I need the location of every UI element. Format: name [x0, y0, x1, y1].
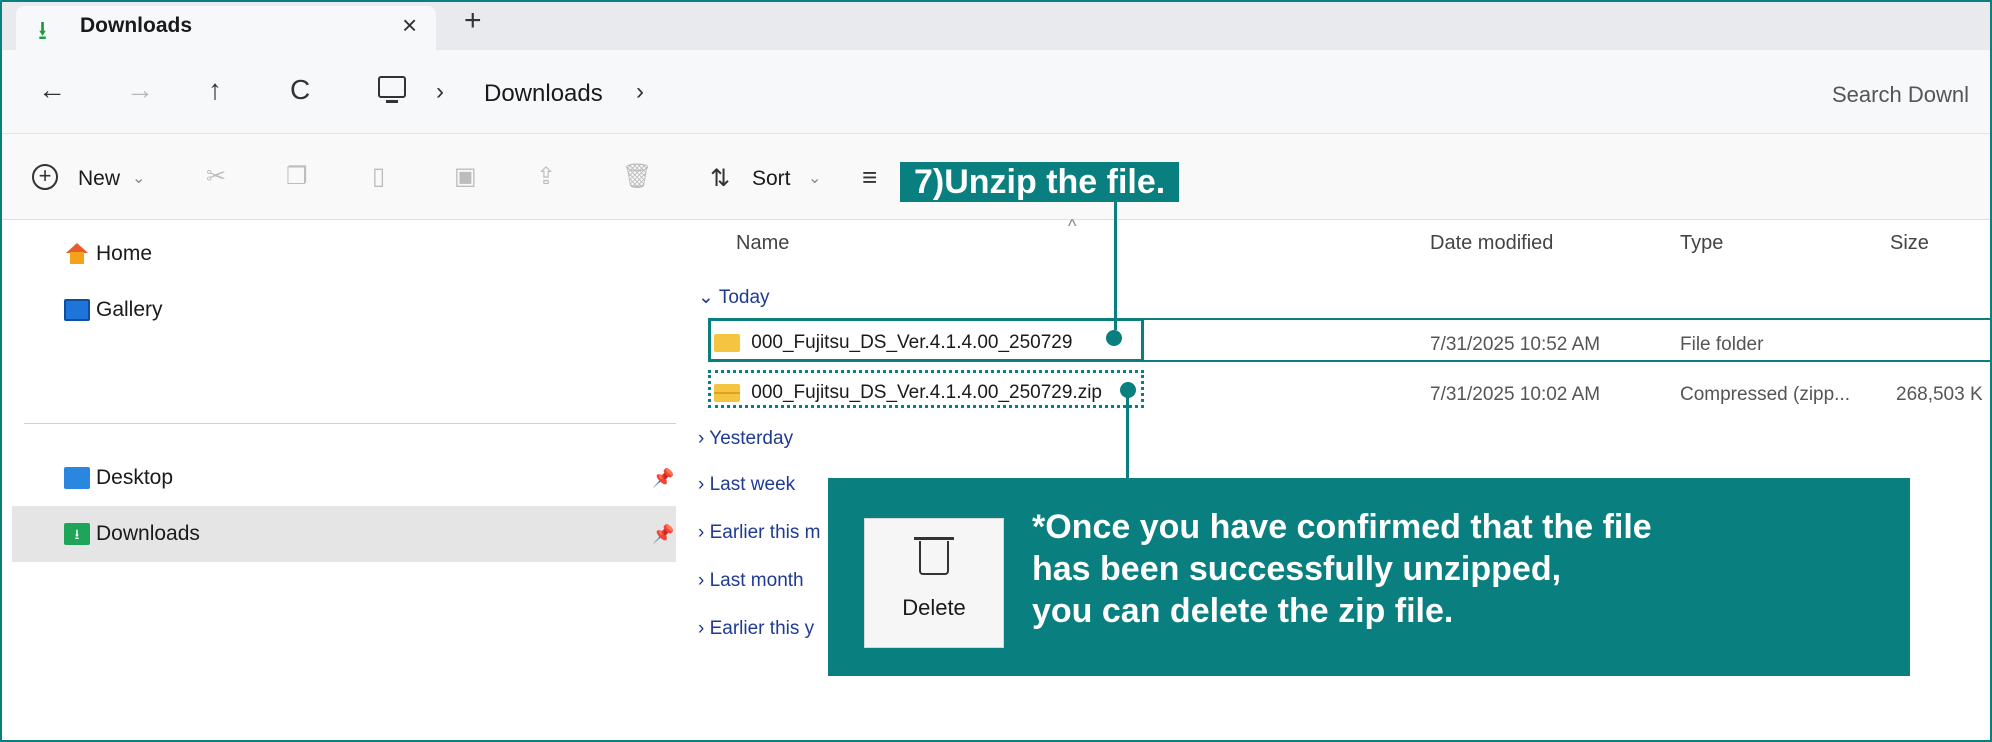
zip-highlight-box [708, 370, 1144, 408]
step-callout: 7)Unzip the file. [900, 162, 1180, 202]
tab-title: Downloads [80, 14, 193, 37]
forward-icon[interactable]: → [126, 74, 154, 106]
new-button[interactable]: New [78, 167, 120, 191]
search-input[interactable]: Search Downl [1832, 82, 1969, 108]
breadcrumb-downloads[interactable]: Downloads [484, 80, 603, 108]
note-line: *Once you have confirmed that the file [1032, 508, 1652, 546]
share-icon[interactable]: ⇪ [536, 162, 556, 191]
callout-dot [1106, 330, 1122, 346]
group-label: Yesterday [709, 428, 794, 449]
breadcrumb-separator-icon[interactable]: › [436, 78, 444, 106]
desktop-icon [64, 467, 90, 489]
delete-note-callout: Delete *Once you have confirmed that the… [828, 478, 1910, 676]
delete-button[interactable]: Delete [864, 518, 1004, 648]
group-label: Last month [709, 570, 804, 591]
home-icon [64, 243, 90, 265]
downloads-folder-icon: ⭳ [64, 523, 90, 545]
sidebar-item-desktop[interactable]: Desktop [64, 466, 173, 490]
sidebar-item-downloads[interactable]: ⭳ Downloads [64, 522, 200, 546]
chevron-down-icon[interactable]: ⌄ [808, 168, 821, 188]
new-tab-icon[interactable]: + [464, 4, 482, 38]
refresh-icon[interactable]: C [290, 74, 310, 106]
sidebar-divider [24, 423, 676, 424]
note-line: you can delete the zip file. [1032, 592, 1454, 630]
paste-icon[interactable]: ▯ [372, 162, 385, 191]
new-plus-icon[interactable]: + [32, 164, 58, 190]
column-header-name[interactable]: Name [736, 232, 789, 255]
rename-icon[interactable]: ▣ [454, 162, 477, 191]
this-pc-icon[interactable] [378, 76, 406, 103]
file-date: 7/31/2025 10:02 AM [1430, 384, 1601, 405]
group-label: Last week [709, 474, 796, 495]
group-label: Earlier this y [709, 618, 815, 639]
group-last-month[interactable]: › Last month [698, 570, 804, 592]
sidebar-item-label: Home [96, 242, 153, 265]
column-header-date[interactable]: Date modified [1430, 232, 1553, 255]
sort-ascending-icon: ^ [1068, 216, 1077, 236]
file-type: Compressed (zipp... [1680, 384, 1851, 405]
delete-icon[interactable]: 🗑 [622, 162, 652, 191]
column-header-size[interactable]: Size [1890, 232, 1929, 255]
group-today[interactable]: ⌄ Today [698, 286, 770, 309]
sidebar-item-label: Desktop [96, 466, 174, 489]
trash-icon [914, 537, 954, 575]
address-bar-row: ← → ↑ C › Downloads › Search Downl [2, 50, 1990, 134]
sidebar-item-gallery[interactable]: Gallery [64, 298, 163, 322]
gallery-icon [64, 299, 90, 321]
explorer-window: ⭳ Downloads × + ← → ↑ C › Downloads › Se… [0, 0, 1992, 742]
group-label: Earlier this m [709, 522, 821, 543]
note-text: *Once you have confirmed that the file h… [1032, 506, 1652, 632]
file-size: 268,503 K [1896, 384, 1983, 405]
view-icon[interactable]: ≡ [862, 162, 877, 193]
group-earlier-this-month[interactable]: › Earlier this m [698, 522, 820, 544]
pin-icon[interactable]: 📌 [652, 524, 674, 545]
sort-button[interactable]: Sort [752, 167, 791, 191]
tab-bar: ⭳ Downloads × + [2, 2, 1990, 50]
sidebar-item-label: Downloads [96, 522, 200, 545]
group-label: Today [718, 287, 770, 308]
tab-downloads[interactable]: ⭳ Downloads × [16, 6, 436, 50]
group-yesterday[interactable]: › Yesterday [698, 428, 793, 450]
callout-connector-line [1126, 392, 1129, 480]
back-icon[interactable]: ← [38, 74, 66, 106]
sidebar-item-home[interactable]: Home [64, 242, 152, 266]
group-earlier-this-year[interactable]: › Earlier this y [698, 618, 814, 640]
sidebar-item-label: Gallery [96, 298, 163, 321]
cut-icon[interactable]: ✂ [206, 162, 226, 191]
pin-icon[interactable]: 📌 [652, 468, 674, 489]
close-tab-icon[interactable]: × [402, 10, 417, 41]
column-header-type[interactable]: Type [1680, 232, 1723, 255]
up-icon[interactable]: ↑ [208, 74, 222, 106]
group-last-week[interactable]: › Last week [698, 474, 795, 496]
callout-connector-line [1114, 198, 1117, 330]
sort-icon[interactable]: ⇅ [710, 164, 730, 193]
delete-label: Delete [902, 595, 966, 620]
folder-highlight-box [708, 318, 1144, 362]
note-line: has been successfully unzipped, [1032, 550, 1562, 588]
copy-icon[interactable]: ❐ [286, 162, 308, 191]
chevron-down-icon[interactable]: ⌄ [132, 168, 145, 188]
breadcrumb-separator-icon[interactable]: › [636, 78, 644, 106]
navigation-pane: Home Gallery Desktop 📌 ⭳ Downloads 📌 [2, 220, 676, 740]
